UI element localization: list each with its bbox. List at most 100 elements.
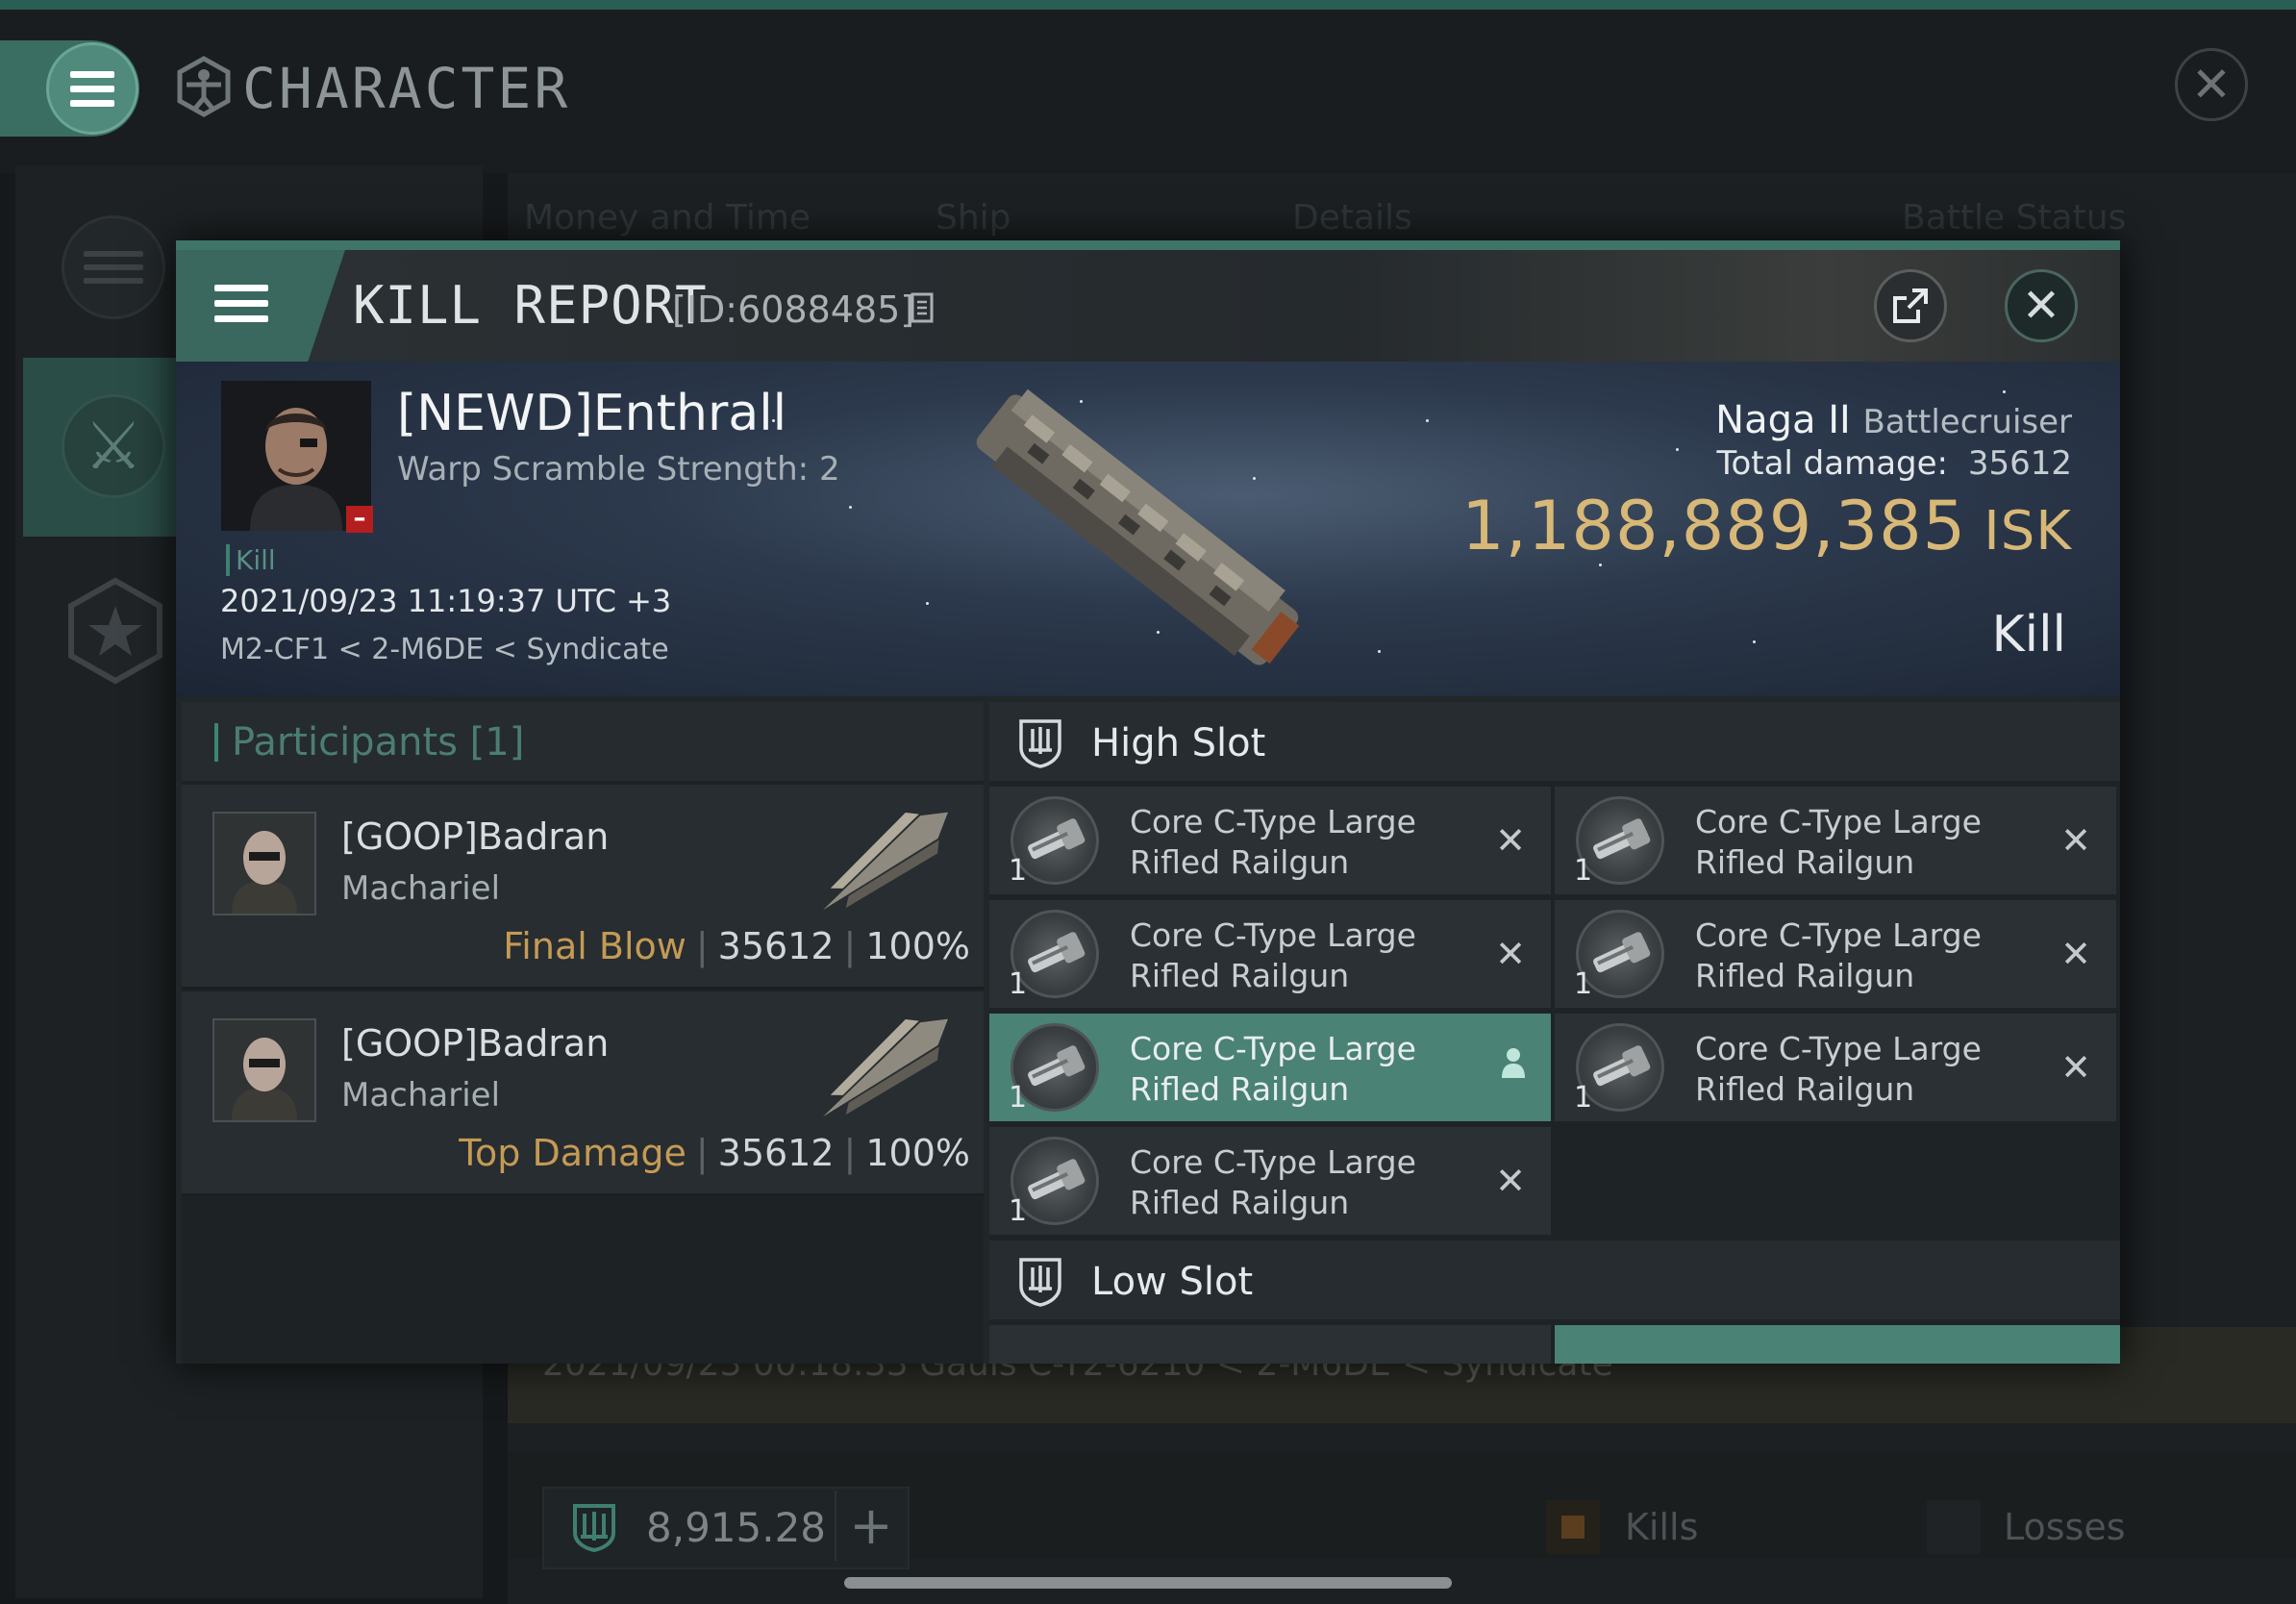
- destroyed-x-icon: ✕: [1495, 1160, 1526, 1202]
- kill-report-modal: KILL REPORT [ID:6088485] ✕ – [NEWD]Enthr…: [176, 240, 2120, 1364]
- participant-percent: 100%: [865, 925, 970, 967]
- participant-damage: 35612: [717, 925, 835, 967]
- wallet-balance: 8,915.28: [646, 1504, 827, 1551]
- low-slot-title: Low Slot: [1091, 1260, 1254, 1304]
- column-header-battle-status[interactable]: Battle Status: [1902, 198, 2126, 238]
- module-quantity: 1: [1574, 854, 1593, 888]
- destroyed-x-icon: ✕: [1495, 819, 1526, 862]
- participants-panel: Participants [1] [GOOP]Badran Machariel …: [182, 702, 984, 1364]
- participant-row[interactable]: [GOOP]Badran Machariel Top Damage | 35612 |…: [182, 991, 984, 1196]
- module-quantity: 1: [1574, 967, 1593, 1001]
- combat-log-button[interactable]: ⚔: [62, 394, 165, 498]
- module-name: Core C-Type Large Rifled Railgun: [1130, 1142, 1476, 1223]
- ship-name[interactable]: Naga II Battlecruiser: [1715, 398, 2072, 442]
- vitruvian-man-icon: [177, 56, 231, 117]
- close-icon[interactable]: ✕: [2175, 48, 2248, 121]
- module-name-line2: Rifled Railgun: [1130, 957, 1350, 994]
- star-badge-icon[interactable]: [62, 577, 169, 685]
- dropped-pilot-icon: [1501, 1046, 1526, 1088]
- module-name-line2: Rifled Railgun: [1130, 1070, 1350, 1108]
- losses-filter-label: Losses: [2004, 1506, 2126, 1548]
- kill-location[interactable]: M2-CF1 < 2-M6DE < Syndicate: [220, 633, 669, 666]
- corp-standing-badge: –: [346, 506, 373, 533]
- participant-name: [GOOP]Badran: [341, 1022, 610, 1065]
- page-title: CHARACTER: [242, 56, 571, 121]
- module-tile[interactable]: 1 Core C-Type Large Rifled Railgun ✕: [1555, 900, 2116, 1008]
- list-icon: [84, 251, 143, 284]
- victim-summary: – [NEWD]Enthrall Warp Scramble Strength:…: [176, 362, 2120, 696]
- total-damage-value: 35612: [1967, 444, 2072, 483]
- destroyed-x-icon: ✕: [2060, 933, 2091, 975]
- list-view-button[interactable]: [62, 215, 165, 319]
- participant-percent: 100%: [865, 1132, 970, 1174]
- module-name-line1: Core C-Type Large: [1130, 1030, 1416, 1067]
- participant-portrait: [212, 812, 316, 915]
- participant-ship-image: [822, 812, 948, 911]
- main-menu-button[interactable]: [46, 42, 138, 135]
- column-header-ship[interactable]: Ship: [936, 198, 1011, 238]
- module-name: Core C-Type Large Rifled Railgun: [1695, 1029, 2041, 1110]
- module-quantity: 1: [1574, 1081, 1593, 1115]
- column-header-details[interactable]: Details: [1292, 198, 1412, 238]
- module-tile[interactable]: 1 Core C-Type Large Rifled Railgun ✕: [989, 900, 1551, 1008]
- isk-value: 1,188,889,385 ISK: [1461, 487, 2072, 565]
- module-name-line2: Rifled Railgun: [1695, 1070, 1915, 1108]
- participants-title: Participants [1]: [214, 723, 524, 762]
- module-quantity: 1: [1009, 1194, 1028, 1228]
- participants-header[interactable]: Participants [1]: [182, 702, 984, 781]
- kills-filter-label: Kills: [1625, 1506, 1699, 1548]
- modal-title: KILL REPORT: [353, 275, 708, 336]
- losses-filter-checkbox[interactable]: [1927, 1500, 1981, 1554]
- share-button[interactable]: [1874, 269, 1947, 342]
- low-slot-header: Low Slot: [989, 1241, 2120, 1319]
- victim-subtitle: Warp Scramble Strength: 2: [397, 450, 840, 489]
- hamburger-icon: [70, 70, 114, 107]
- module-tile[interactable]: 1 Core C-Type Large Rifled Railgun ✕: [989, 1127, 1551, 1235]
- module-tile[interactable]: 1 Core C-Type Large Rifled Railgun ✕: [989, 787, 1551, 894]
- module-name-line2: Rifled Railgun: [1695, 843, 1915, 881]
- share-icon: [1893, 288, 1928, 323]
- low-slot-module-partial[interactable]: [989, 1325, 1551, 1364]
- high-slot-header: High Slot: [989, 702, 2120, 781]
- module-name-line1: Core C-Type Large: [1130, 916, 1416, 954]
- module-name-line2: Rifled Railgun: [1695, 957, 1915, 994]
- module-name-line2: Rifled Railgun: [1130, 843, 1350, 881]
- module-tile[interactable]: 1 Core C-Type Large Rifled Railgun: [989, 1014, 1551, 1121]
- participant-stats: Final Blow | 35612 | 100%: [503, 925, 970, 967]
- module-name: Core C-Type Large Rifled Railgun: [1130, 1029, 1476, 1110]
- column-header-money[interactable]: Money and Time: [524, 198, 811, 238]
- participant-tag: Final Blow: [503, 925, 686, 967]
- module-name-line2: Rifled Railgun: [1130, 1184, 1350, 1221]
- top-accent-bar: [0, 0, 2296, 10]
- victim-ship-image[interactable]: [945, 381, 1330, 679]
- close-report-button[interactable]: ✕: [2005, 269, 2078, 342]
- ship-type-name: Naga II: [1715, 398, 1851, 442]
- participant-row[interactable]: [GOOP]Badran Machariel Final Blow | 35612 |…: [182, 785, 984, 990]
- low-slot-module-partial[interactable]: [1555, 1325, 2120, 1364]
- copy-icon[interactable]: [911, 292, 934, 323]
- victim-name[interactable]: [NEWD]Enthrall: [397, 385, 786, 442]
- participant-name: [GOOP]Badran: [341, 815, 610, 858]
- total-damage: Total damage: 35612: [1716, 444, 2072, 483]
- module-tile[interactable]: 1 Core C-Type Large Rifled Railgun ✕: [1555, 787, 2116, 894]
- module-name: Core C-Type Large Rifled Railgun: [1130, 802, 1476, 883]
- destroyed-x-icon: ✕: [2060, 1046, 2091, 1089]
- destroyed-x-icon: ✕: [2060, 819, 2091, 862]
- total-damage-label: Total damage:: [1716, 444, 1949, 483]
- kills-filter-checkbox[interactable]: [1546, 1500, 1600, 1554]
- participant-damage: 35612: [717, 1132, 835, 1174]
- isk-unit: ISK: [1984, 500, 2072, 563]
- low-slot-icon: [1019, 1258, 1061, 1307]
- module-name-line1: Core C-Type Large: [1695, 916, 1982, 954]
- modal-accent-bar: [176, 240, 2120, 250]
- close-icon: ✕: [2021, 279, 2061, 333]
- module-name-line1: Core C-Type Large: [1130, 1143, 1416, 1181]
- high-slot-title: High Slot: [1091, 721, 1266, 765]
- ship-class: Battlecruiser: [1862, 403, 2072, 441]
- isk-amount: 1,188,889,385: [1461, 487, 1967, 565]
- participant-portrait: [212, 1018, 316, 1122]
- add-isk-button[interactable]: +: [835, 1491, 906, 1562]
- module-quantity: 1: [1009, 1081, 1028, 1115]
- module-tile[interactable]: 1 Core C-Type Large Rifled Railgun ✕: [1555, 1014, 2116, 1121]
- home-indicator[interactable]: [844, 1577, 1452, 1589]
